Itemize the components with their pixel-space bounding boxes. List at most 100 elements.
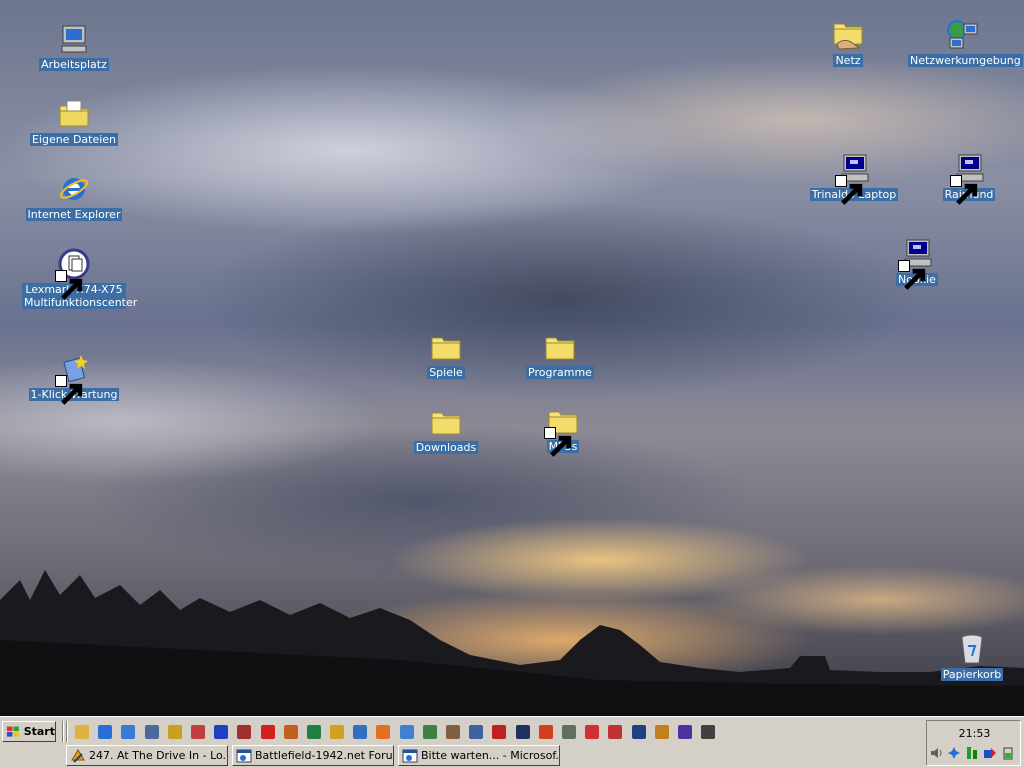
quick-launch-bug-button[interactable] [489,722,509,742]
outlook-express-icon [121,725,136,739]
quick-launch-bar [72,722,721,744]
taskbar-separator [62,721,64,742]
raimund-icon[interactable]: Raimund [914,152,1024,205]
network-neighborhood-icon [946,18,980,52]
arbeitsplatz-icon[interactable]: Arbeitsplatz [19,22,129,71]
internet-explorer-desktop-icon[interactable]: Internet Explorer [19,172,129,221]
papierkorb-icon[interactable]: Papierkorb [917,632,1024,681]
quick-launch-image-button[interactable] [304,722,324,742]
folder-icon [429,330,463,364]
netzwerkumgebung-icon[interactable]: Netzwerkumgebung [908,18,1023,67]
internet-explorer-icon [57,172,91,206]
icon-label: Programme [526,366,594,379]
start-button[interactable]: Start [2,721,56,742]
quick-launch-disk-button[interactable] [234,722,254,742]
stop-icon [585,725,600,739]
quick-launch-puzzle-button[interactable] [605,722,625,742]
monitor-tray-icon[interactable] [965,746,979,760]
battery-tray-icon[interactable] [1001,746,1015,760]
quick-launch-internet-explorer-button[interactable] [95,722,115,742]
winamp-icon [71,748,85,763]
quick-launch-compass-button[interactable] [629,722,649,742]
quick-launch-player-button[interactable] [188,722,208,742]
quick-launch-globe-button[interactable] [536,722,556,742]
quick-launch-drop-button[interactable] [397,722,417,742]
task-button-bitte-warten[interactable]: Bitte warten... - Microsof... [398,745,560,766]
quick-launch-monitor-button[interactable] [466,722,486,742]
quick-launch-gear-button[interactable] [443,722,463,742]
player-icon [190,725,205,739]
recycle-bin-icon [955,632,989,666]
programme-folder[interactable]: Programme [505,330,615,379]
quick-launch-envelope-button[interactable] [513,722,533,742]
quick-launch-cone-button[interactable] [373,722,393,742]
mp3s-folder[interactable]: MP3s [508,404,618,457]
quick-launch-flash-button[interactable] [258,722,278,742]
shortcut-arrow-icon [898,260,926,290]
quick-launch-settings-button[interactable] [559,722,579,742]
star-icon [654,725,669,739]
quick-launch-java-button[interactable] [281,722,301,742]
quick-launch-app-button[interactable] [211,722,231,742]
icon-label: Spiele [427,366,465,379]
cone-icon [376,725,391,739]
triangle-icon [422,725,437,739]
quick-launch-stop-button[interactable] [582,722,602,742]
envelope-icon [515,725,530,739]
icon-label: Papierkorb [940,668,1004,681]
desktop[interactable]: Arbeitsplatz Eigene Dateien Internet Exp… [0,0,1024,716]
monitor-icon [469,725,484,739]
scheduler-tray-icon[interactable] [983,746,997,760]
icon-label: Internet Explorer [25,208,123,221]
taskbar-separator [66,721,68,742]
netz-icon[interactable]: Netz [793,18,903,67]
quick-launch-window-button[interactable] [698,722,718,742]
icon-label: Downloads [413,441,479,454]
start-label: Start [23,725,55,738]
taskbar: Start 247. At The Drive In - Lo... Battl… [0,716,1024,768]
internet-explorer-icon [98,725,113,739]
search-icon [353,725,368,739]
network-computer-icon [950,152,986,205]
my-documents-icon [57,97,91,131]
task-label: Battlefield-1942.net Foru... [255,749,394,762]
key-icon [330,725,345,739]
image-icon [306,725,321,739]
lexmark-icon [55,247,91,300]
network-tray-icon[interactable] [947,746,961,760]
clock[interactable]: 21:53 [927,727,1022,740]
icon-label: Netz [833,54,863,67]
trinaldo-laptop-icon[interactable]: Trinaldo Laptop [799,152,909,205]
lexmark-icon-item[interactable]: Lexmark X74-X75 Multifunktionscenter [19,247,137,309]
quick-launch-orb-button[interactable] [675,722,695,742]
icon-label: Arbeitsplatz [39,58,109,71]
quick-launch-star-button[interactable] [652,722,672,742]
shared-folder-icon [831,18,865,52]
folder-icon [429,405,463,439]
quick-launch-outlook-express-button[interactable] [118,722,138,742]
quick-launch-winamp-button[interactable] [165,722,185,742]
nookie-icon[interactable]: Nookie [862,237,972,290]
gear-icon [446,725,460,739]
app-icon [214,725,229,739]
quick-launch-tool-button[interactable] [142,722,162,742]
disk-icon [237,725,252,739]
1-klick-wartung-icon[interactable]: 1-Klick-Wartung [19,352,129,405]
shortcut-arrow-icon [544,427,572,457]
quick-launch-show-desktop-button[interactable] [72,722,92,742]
quick-launch-key-button[interactable] [327,722,347,742]
icon-label: Eigene Dateien [29,133,119,146]
quick-launch-triangle-button[interactable] [420,722,440,742]
folder-icon [544,404,580,457]
task-button-winamp[interactable]: 247. At The Drive In - Lo... [66,745,228,766]
internet-explorer-icon [402,749,418,762]
volume-icon[interactable] [929,746,943,760]
quick-launch-search-button[interactable] [350,722,370,742]
bug-icon [492,725,507,739]
spiele-folder[interactable]: Spiele [391,330,501,379]
winamp-icon [167,725,182,739]
downloads-folder[interactable]: Downloads [391,405,501,454]
eigene-dateien-icon[interactable]: Eigene Dateien [19,97,129,146]
task-button-battlefield-forum[interactable]: Battlefield-1942.net Foru... [232,745,394,766]
shortcut-arrow-icon [835,175,863,205]
